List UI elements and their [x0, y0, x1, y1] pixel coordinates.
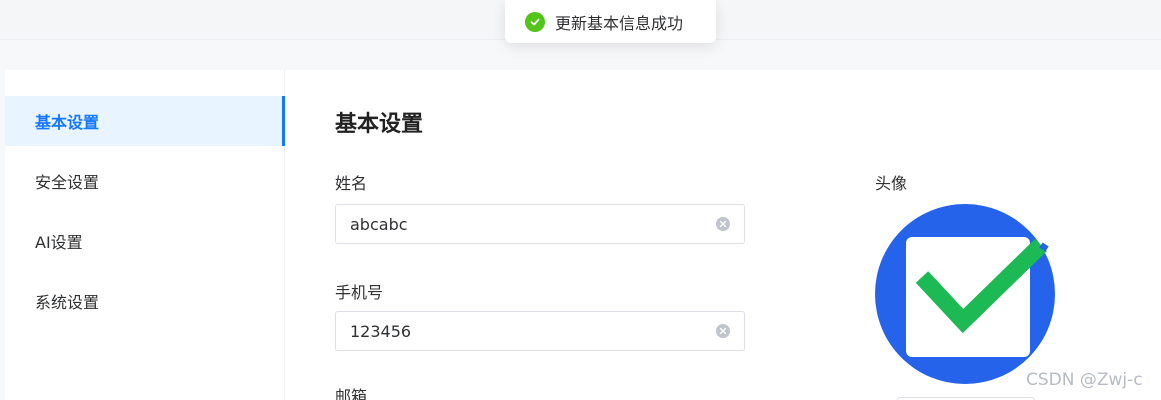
sidebar-item-ai-settings[interactable]: AI设置 [5, 216, 285, 266]
avatar[interactable] [875, 204, 1055, 384]
watermark: CSDN @Zwj-c [1026, 370, 1143, 390]
email-label: 邮箱 [335, 387, 368, 400]
sidebar-item-label: 安全设置 [35, 173, 100, 192]
sidebar-item-system-settings[interactable]: 系统设置 [5, 276, 285, 326]
checkmark-avatar-icon [875, 204, 1055, 384]
sidebar-item-label: 基本设置 [35, 113, 100, 132]
page-title: 基本设置 [335, 112, 424, 137]
sidebar-item-label: 系统设置 [35, 293, 100, 312]
sidebar-item-security-settings[interactable]: 安全设置 [5, 156, 285, 206]
name-label: 姓名 [335, 174, 368, 193]
sidebar-item-basic-settings[interactable]: 基本设置 [5, 96, 285, 146]
settings-card: 基本设置 安全设置 AI设置 系统设置 基本设置 姓名 手机号 [5, 70, 1161, 400]
name-field[interactable] [335, 204, 745, 244]
phone-label: 手机号 [335, 283, 384, 302]
name-input[interactable] [350, 214, 700, 234]
clear-name-icon[interactable] [716, 217, 730, 231]
success-toast: 更新基本信息成功 [505, 0, 716, 43]
phone-input[interactable] [350, 321, 700, 341]
settings-sidebar: 基本设置 安全设置 AI设置 系统设置 [5, 70, 285, 400]
clear-phone-icon[interactable] [716, 324, 730, 338]
sidebar-item-label: AI设置 [35, 233, 83, 252]
toast-message: 更新基本信息成功 [555, 13, 684, 33]
avatar-label: 头像 [875, 174, 908, 193]
success-check-icon [525, 11, 545, 32]
phone-field[interactable] [335, 311, 745, 351]
